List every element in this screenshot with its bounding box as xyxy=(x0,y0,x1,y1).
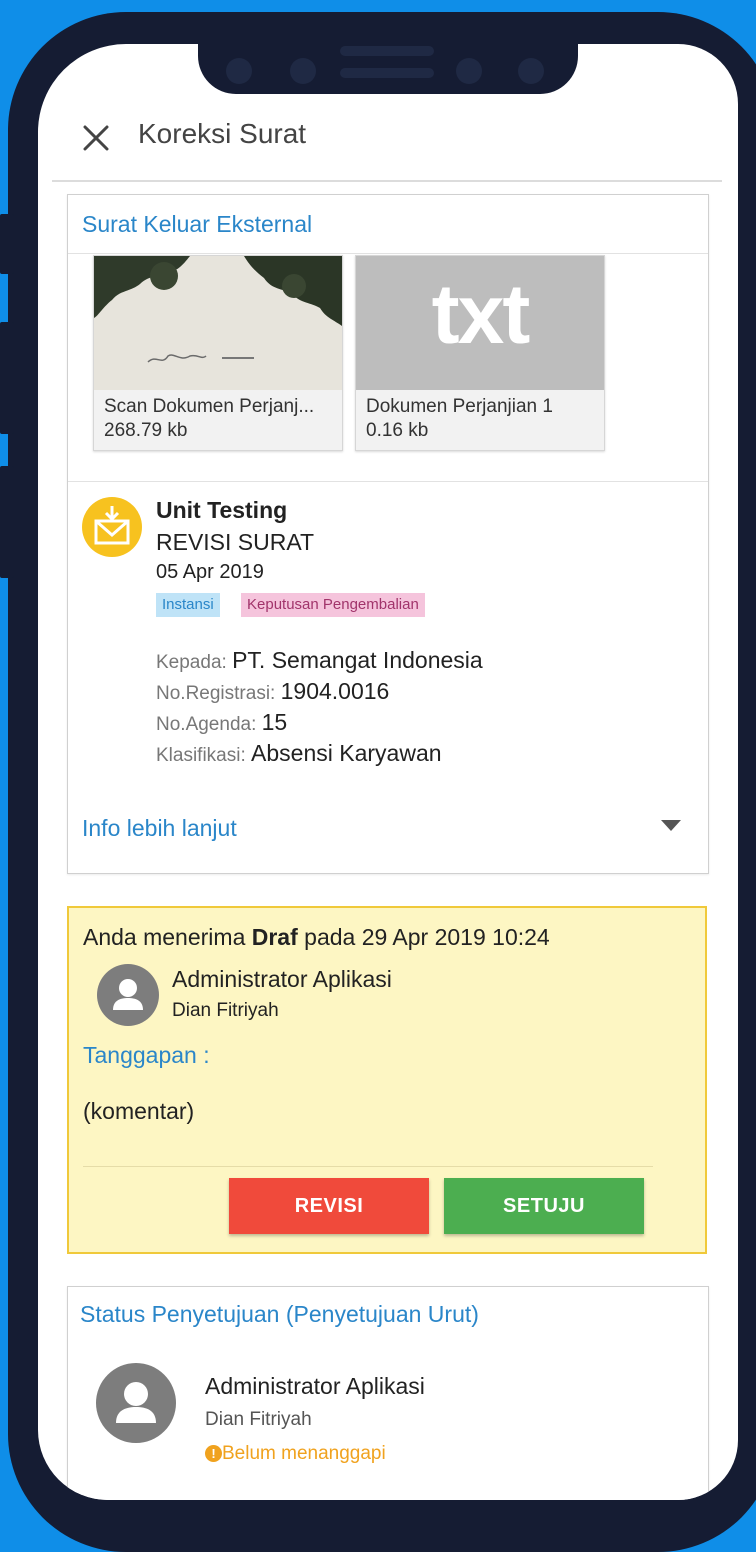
more-info-link[interactable]: Info lebih lanjut xyxy=(82,815,237,842)
setuju-button[interactable]: SETUJU xyxy=(444,1178,644,1234)
response-label: Tanggapan : xyxy=(83,1042,210,1068)
attachment-photo-preview xyxy=(94,256,342,390)
detail-value: 15 xyxy=(261,709,288,735)
letter-subject: REVISI SURAT xyxy=(156,529,315,555)
phone-notch xyxy=(198,44,578,94)
approval-status: ! Belum menanggapi xyxy=(205,1443,386,1465)
attachment-size: 0.16 kb xyxy=(366,420,429,441)
photo-thumbnail xyxy=(94,256,342,363)
status-text: Belum menanggapi xyxy=(222,1443,386,1464)
camera-icon xyxy=(290,58,316,84)
detail-kepada: Kepada: PT. Semangat Indonesia xyxy=(156,647,483,674)
approval-status-card: Status Penyetujuan (Penyetujuan Urut) Ad… xyxy=(67,1286,709,1500)
power-button xyxy=(0,466,14,578)
detail-label: Klasifikasi: xyxy=(156,745,246,766)
volume-button xyxy=(0,214,14,274)
attachment-name: Dokumen Perjanjian 1 xyxy=(366,396,553,417)
draft-notice: Anda menerima Draf pada 29 Apr 2019 10:2… xyxy=(83,924,550,951)
app-screen: Koreksi Surat Surat Keluar Eksternal Sca… xyxy=(38,44,738,1500)
info-icon: ! xyxy=(205,1445,222,1462)
avatar xyxy=(96,1363,176,1443)
detail-label: No.Registrasi: xyxy=(156,683,276,704)
detail-klasifikasi: Klasifikasi: Absensi Karyawan xyxy=(156,740,442,767)
speaker-grille xyxy=(340,68,434,78)
attachment-card[interactable]: Scan Dokumen Perjanj... 268.79 kb xyxy=(93,255,343,451)
approver-name: Administrator Aplikasi xyxy=(205,1373,425,1399)
detail-label: No.Agenda: xyxy=(156,714,257,735)
detail-agenda: No.Agenda: 15 xyxy=(156,709,287,736)
avatar xyxy=(97,964,159,1026)
section-title: Status Penyetujuan (Penyetujuan Urut) xyxy=(80,1301,479,1327)
txt-file-icon: txt xyxy=(431,267,531,361)
sensor-icon xyxy=(456,58,482,84)
attachment-size: 268.79 kb xyxy=(104,420,188,441)
camera-icon xyxy=(226,58,252,84)
tag-keputusan: Keputusan Pengembalian xyxy=(241,593,425,617)
envelope-download-icon xyxy=(82,497,142,557)
tag-instansi: Instansi xyxy=(156,593,220,617)
user-subtitle: Dian Fitriyah xyxy=(172,1000,279,1021)
detail-registrasi: No.Registrasi: 1904.0016 xyxy=(156,678,389,705)
close-icon[interactable] xyxy=(80,122,112,154)
revisi-button[interactable]: REVISI xyxy=(229,1178,429,1234)
sender-name: Unit Testing xyxy=(156,497,288,523)
draft-notice-bold: Draf xyxy=(251,924,298,950)
attachment-txt-preview: txt xyxy=(356,256,604,390)
detail-label: Kepada: xyxy=(156,652,227,673)
draft-notice-text: Anda menerima xyxy=(83,924,246,950)
approver-subtitle: Dian Fitriyah xyxy=(205,1409,312,1430)
speaker-grille xyxy=(340,46,434,56)
letter-card: Surat Keluar Eksternal Scan Dokumen Perj… xyxy=(67,194,709,874)
draft-card: Anda menerima Draf pada 29 Apr 2019 10:2… xyxy=(67,906,707,1254)
divider xyxy=(68,253,708,254)
letter-date: 05 Apr 2019 xyxy=(156,561,264,583)
section-title: Surat Keluar Eksternal xyxy=(82,211,313,237)
detail-value: PT. Semangat Indonesia xyxy=(232,647,483,673)
user-name: Administrator Aplikasi xyxy=(172,966,392,992)
app-bar: Koreksi Surat xyxy=(52,114,722,182)
attachment-name: Scan Dokumen Perjanj... xyxy=(104,396,315,417)
sensor-icon xyxy=(518,58,544,84)
detail-value: 1904.0016 xyxy=(280,678,390,704)
user-icon xyxy=(113,979,143,1010)
draft-notice-date: pada 29 Apr 2019 10:24 xyxy=(304,924,550,950)
page-title: Koreksi Surat xyxy=(138,118,307,149)
user-icon xyxy=(116,1382,156,1423)
detail-value: Absensi Karyawan xyxy=(251,740,442,766)
divider xyxy=(83,1166,653,1167)
comment-text: (komentar) xyxy=(83,1098,195,1124)
divider xyxy=(68,481,708,482)
chevron-down-icon[interactable] xyxy=(660,819,682,833)
volume-button xyxy=(0,322,14,434)
attachment-card[interactable]: txt Dokumen Perjanjian 1 0.16 kb xyxy=(355,255,605,451)
